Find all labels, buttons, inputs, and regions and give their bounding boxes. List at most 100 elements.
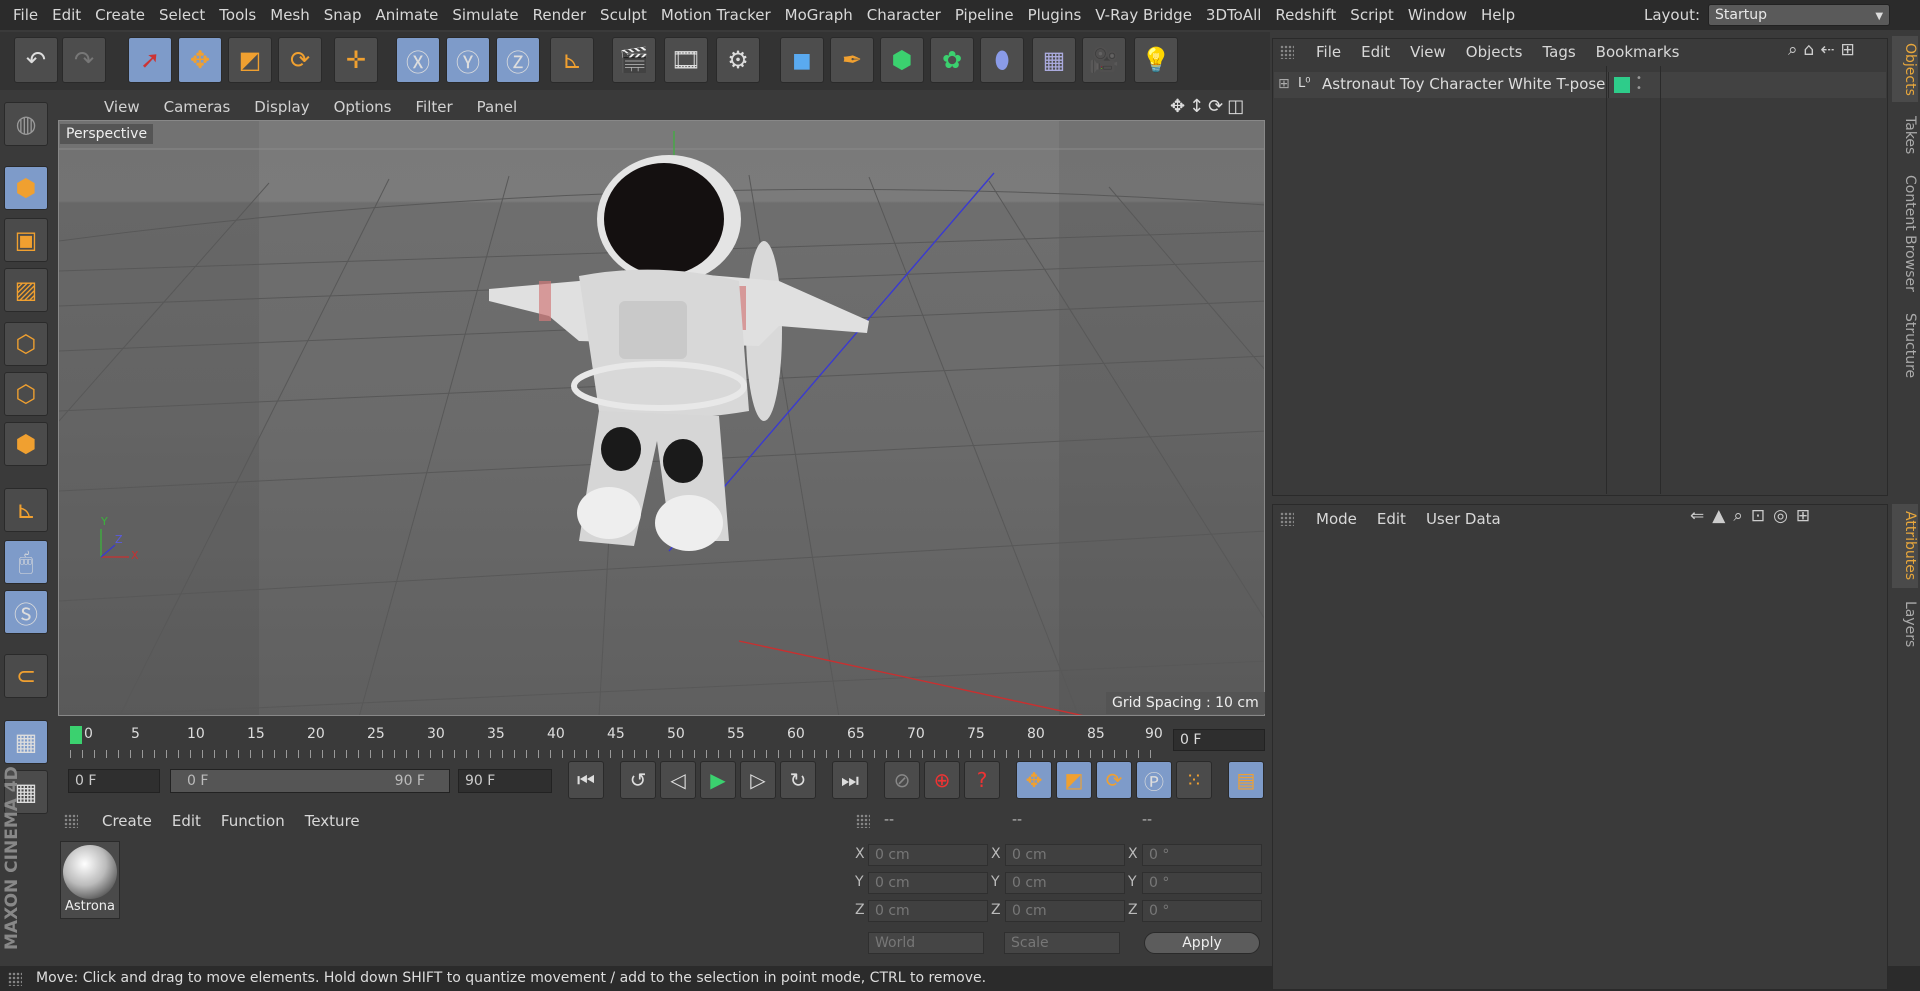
perspective-viewport[interactable]: Y Z X <box>58 120 1265 716</box>
y-axis-lock-icon[interactable]: Ⓨ <box>446 37 490 83</box>
coordinate-system-icon[interactable]: ⊾ <box>550 37 594 83</box>
mat-menu-create[interactable]: Create <box>92 812 162 830</box>
camera-icon[interactable]: 🎥 <box>1082 37 1126 83</box>
menu-file[interactable]: File <box>6 0 45 30</box>
mat-menu-texture[interactable]: Texture <box>295 812 370 830</box>
vp-menu-panel[interactable]: Panel <box>465 98 529 116</box>
world-dropdown[interactable]: World <box>868 932 984 954</box>
mat-menu-function[interactable]: Function <box>211 812 295 830</box>
rotation-z-field[interactable]: 0 ° <box>1142 900 1262 922</box>
attr-menu-edit[interactable]: Edit <box>1367 510 1416 528</box>
texture-mode-icon[interactable]: ▣ <box>4 218 48 262</box>
menu-plugins[interactable]: Plugins <box>1021 0 1089 30</box>
object-name[interactable]: Astronaut Toy Character White T-pose <box>1322 75 1605 93</box>
size-z-field[interactable]: 0 cm <box>1005 900 1125 922</box>
menu-3dtoall[interactable]: 3DToAll <box>1199 0 1268 30</box>
menu-help[interactable]: Help <box>1474 0 1522 30</box>
size-x-field[interactable]: 0 cm <box>1005 844 1125 866</box>
attributes-toolbar-icons[interactable]: ⇐▲⌕⊡◎⊞ <box>1690 506 1818 526</box>
previous-frame-icon[interactable]: ◁ <box>660 761 696 799</box>
vp-menu-view[interactable]: View <box>92 98 152 116</box>
next-key-icon[interactable]: ↻ <box>780 761 816 799</box>
deformer-icon[interactable]: ⬮ <box>980 37 1024 83</box>
objects-toolbar-icons[interactable]: ⌕⌂⇠⊞ <box>1788 40 1861 60</box>
key-rotation-icon[interactable]: ⟳ <box>1096 761 1132 799</box>
previous-key-icon[interactable]: ↺ <box>620 761 656 799</box>
rotation-y-field[interactable]: 0 ° <box>1142 872 1262 894</box>
object-row[interactable]: ⊞ L⁰ Astronaut Toy Character White T-pos… <box>1274 72 1886 98</box>
obj-menu-file[interactable]: File <box>1306 43 1351 61</box>
menu-snap[interactable]: Snap <box>317 0 369 30</box>
pen-spline-icon[interactable]: ✒ <box>830 37 874 83</box>
expand-icon[interactable]: ⊞ <box>1278 76 1290 92</box>
transform-tool-icon[interactable]: ✛ <box>334 37 378 83</box>
workplane-lock-icon[interactable]: ▦ <box>4 720 48 764</box>
axis-mode-icon[interactable]: ⊾ <box>4 488 48 532</box>
select-tool-icon[interactable]: ➚ <box>128 37 172 83</box>
menu-simulate[interactable]: Simulate <box>445 0 525 30</box>
vp-menu-cameras[interactable]: Cameras <box>152 98 243 116</box>
end-frame-field[interactable]: 90 F <box>458 769 552 793</box>
render-settings-icon[interactable]: ⚙ <box>716 37 760 83</box>
make-editable-icon[interactable]: ◍ <box>4 102 48 146</box>
scale-tool-icon[interactable]: ◩ <box>228 37 272 83</box>
obj-menu-edit[interactable]: Edit <box>1351 43 1400 61</box>
z-axis-lock-icon[interactable]: Ⓩ <box>496 37 540 83</box>
key-scale-icon[interactable]: ◩ <box>1056 761 1092 799</box>
tab-objects[interactable]: Objects <box>1892 36 1918 102</box>
play-icon[interactable]: ▶ <box>700 761 736 799</box>
menu-edit[interactable]: Edit <box>45 0 88 30</box>
go-to-start-icon[interactable]: ⏮ <box>568 761 604 799</box>
position-z-field[interactable]: 0 cm <box>868 900 988 922</box>
menu-create[interactable]: Create <box>88 0 152 30</box>
vp-menu-display[interactable]: Display <box>242 98 321 116</box>
menu-render[interactable]: Render <box>526 0 593 30</box>
obj-menu-objects[interactable]: Objects <box>1456 43 1533 61</box>
material-swatch[interactable]: Astrona <box>60 841 120 919</box>
layout-dropdown[interactable]: Startup <box>1708 4 1891 27</box>
attr-menu-mode[interactable]: Mode <box>1306 510 1367 528</box>
menu-character[interactable]: Character <box>860 0 948 30</box>
position-x-field[interactable]: 0 cm <box>868 844 988 866</box>
obj-menu-view[interactable]: View <box>1400 43 1456 61</box>
rotate-tool-icon[interactable]: ⟳ <box>278 37 322 83</box>
light-icon[interactable]: 💡 <box>1134 37 1178 83</box>
key-point-level-icon[interactable]: ⁙ <box>1176 761 1212 799</box>
attr-menu-user-data[interactable]: User Data <box>1416 510 1511 528</box>
mat-menu-edit[interactable]: Edit <box>162 812 211 830</box>
tab-layers[interactable]: Layers <box>1892 596 1918 652</box>
tab-content-browser[interactable]: Content Browser <box>1892 168 1918 298</box>
move-tool-icon[interactable]: ✥ <box>178 37 222 83</box>
snapping-icon[interactable]: Ⓢ <box>4 590 48 634</box>
rotation-x-field[interactable]: 0 ° <box>1142 844 1262 866</box>
apply-button[interactable]: Apply <box>1144 932 1260 954</box>
workplane-mode-icon[interactable]: ▨ <box>4 268 48 312</box>
menu-mesh[interactable]: Mesh <box>263 0 317 30</box>
menu-script[interactable]: Script <box>1343 0 1401 30</box>
viewport-nav-icons[interactable]: ✥↕⟳◫ <box>1170 96 1248 117</box>
menu-select[interactable]: Select <box>152 0 212 30</box>
coord-grip-icon[interactable] <box>856 814 870 828</box>
scale-dropdown[interactable]: Scale <box>1004 932 1120 954</box>
render-view-icon[interactable]: 🎬 <box>612 37 656 83</box>
go-to-end-icon[interactable]: ⏭ <box>832 761 868 799</box>
subdivision-surface-icon[interactable]: ⬢ <box>880 37 924 83</box>
polygons-mode-icon[interactable]: ⬢ <box>4 422 48 466</box>
position-y-field[interactable]: 0 cm <box>868 872 988 894</box>
menu-pipeline[interactable]: Pipeline <box>948 0 1021 30</box>
keyframe-selection-icon[interactable]: ? <box>964 761 1000 799</box>
size-y-field[interactable]: 0 cm <box>1005 872 1125 894</box>
layer-color-tag[interactable] <box>1614 77 1630 93</box>
render-picture-viewer-icon[interactable]: 🎞 <box>664 37 708 83</box>
cloner-icon[interactable]: ✿ <box>930 37 974 83</box>
next-frame-icon[interactable]: ▷ <box>740 761 776 799</box>
menu-mograph[interactable]: MoGraph <box>778 0 860 30</box>
key-position-icon[interactable]: ✥ <box>1016 761 1052 799</box>
menu-motion-tracker[interactable]: Motion Tracker <box>654 0 778 30</box>
x-axis-lock-icon[interactable]: Ⓧ <box>396 37 440 83</box>
menu-sculpt[interactable]: Sculpt <box>593 0 654 30</box>
floor-scene-icon[interactable]: ▦ <box>1032 37 1076 83</box>
start-frame-field[interactable]: 0 F <box>68 769 160 793</box>
tab-attributes[interactable]: Attributes <box>1892 504 1918 588</box>
menu-animate[interactable]: Animate <box>369 0 446 30</box>
